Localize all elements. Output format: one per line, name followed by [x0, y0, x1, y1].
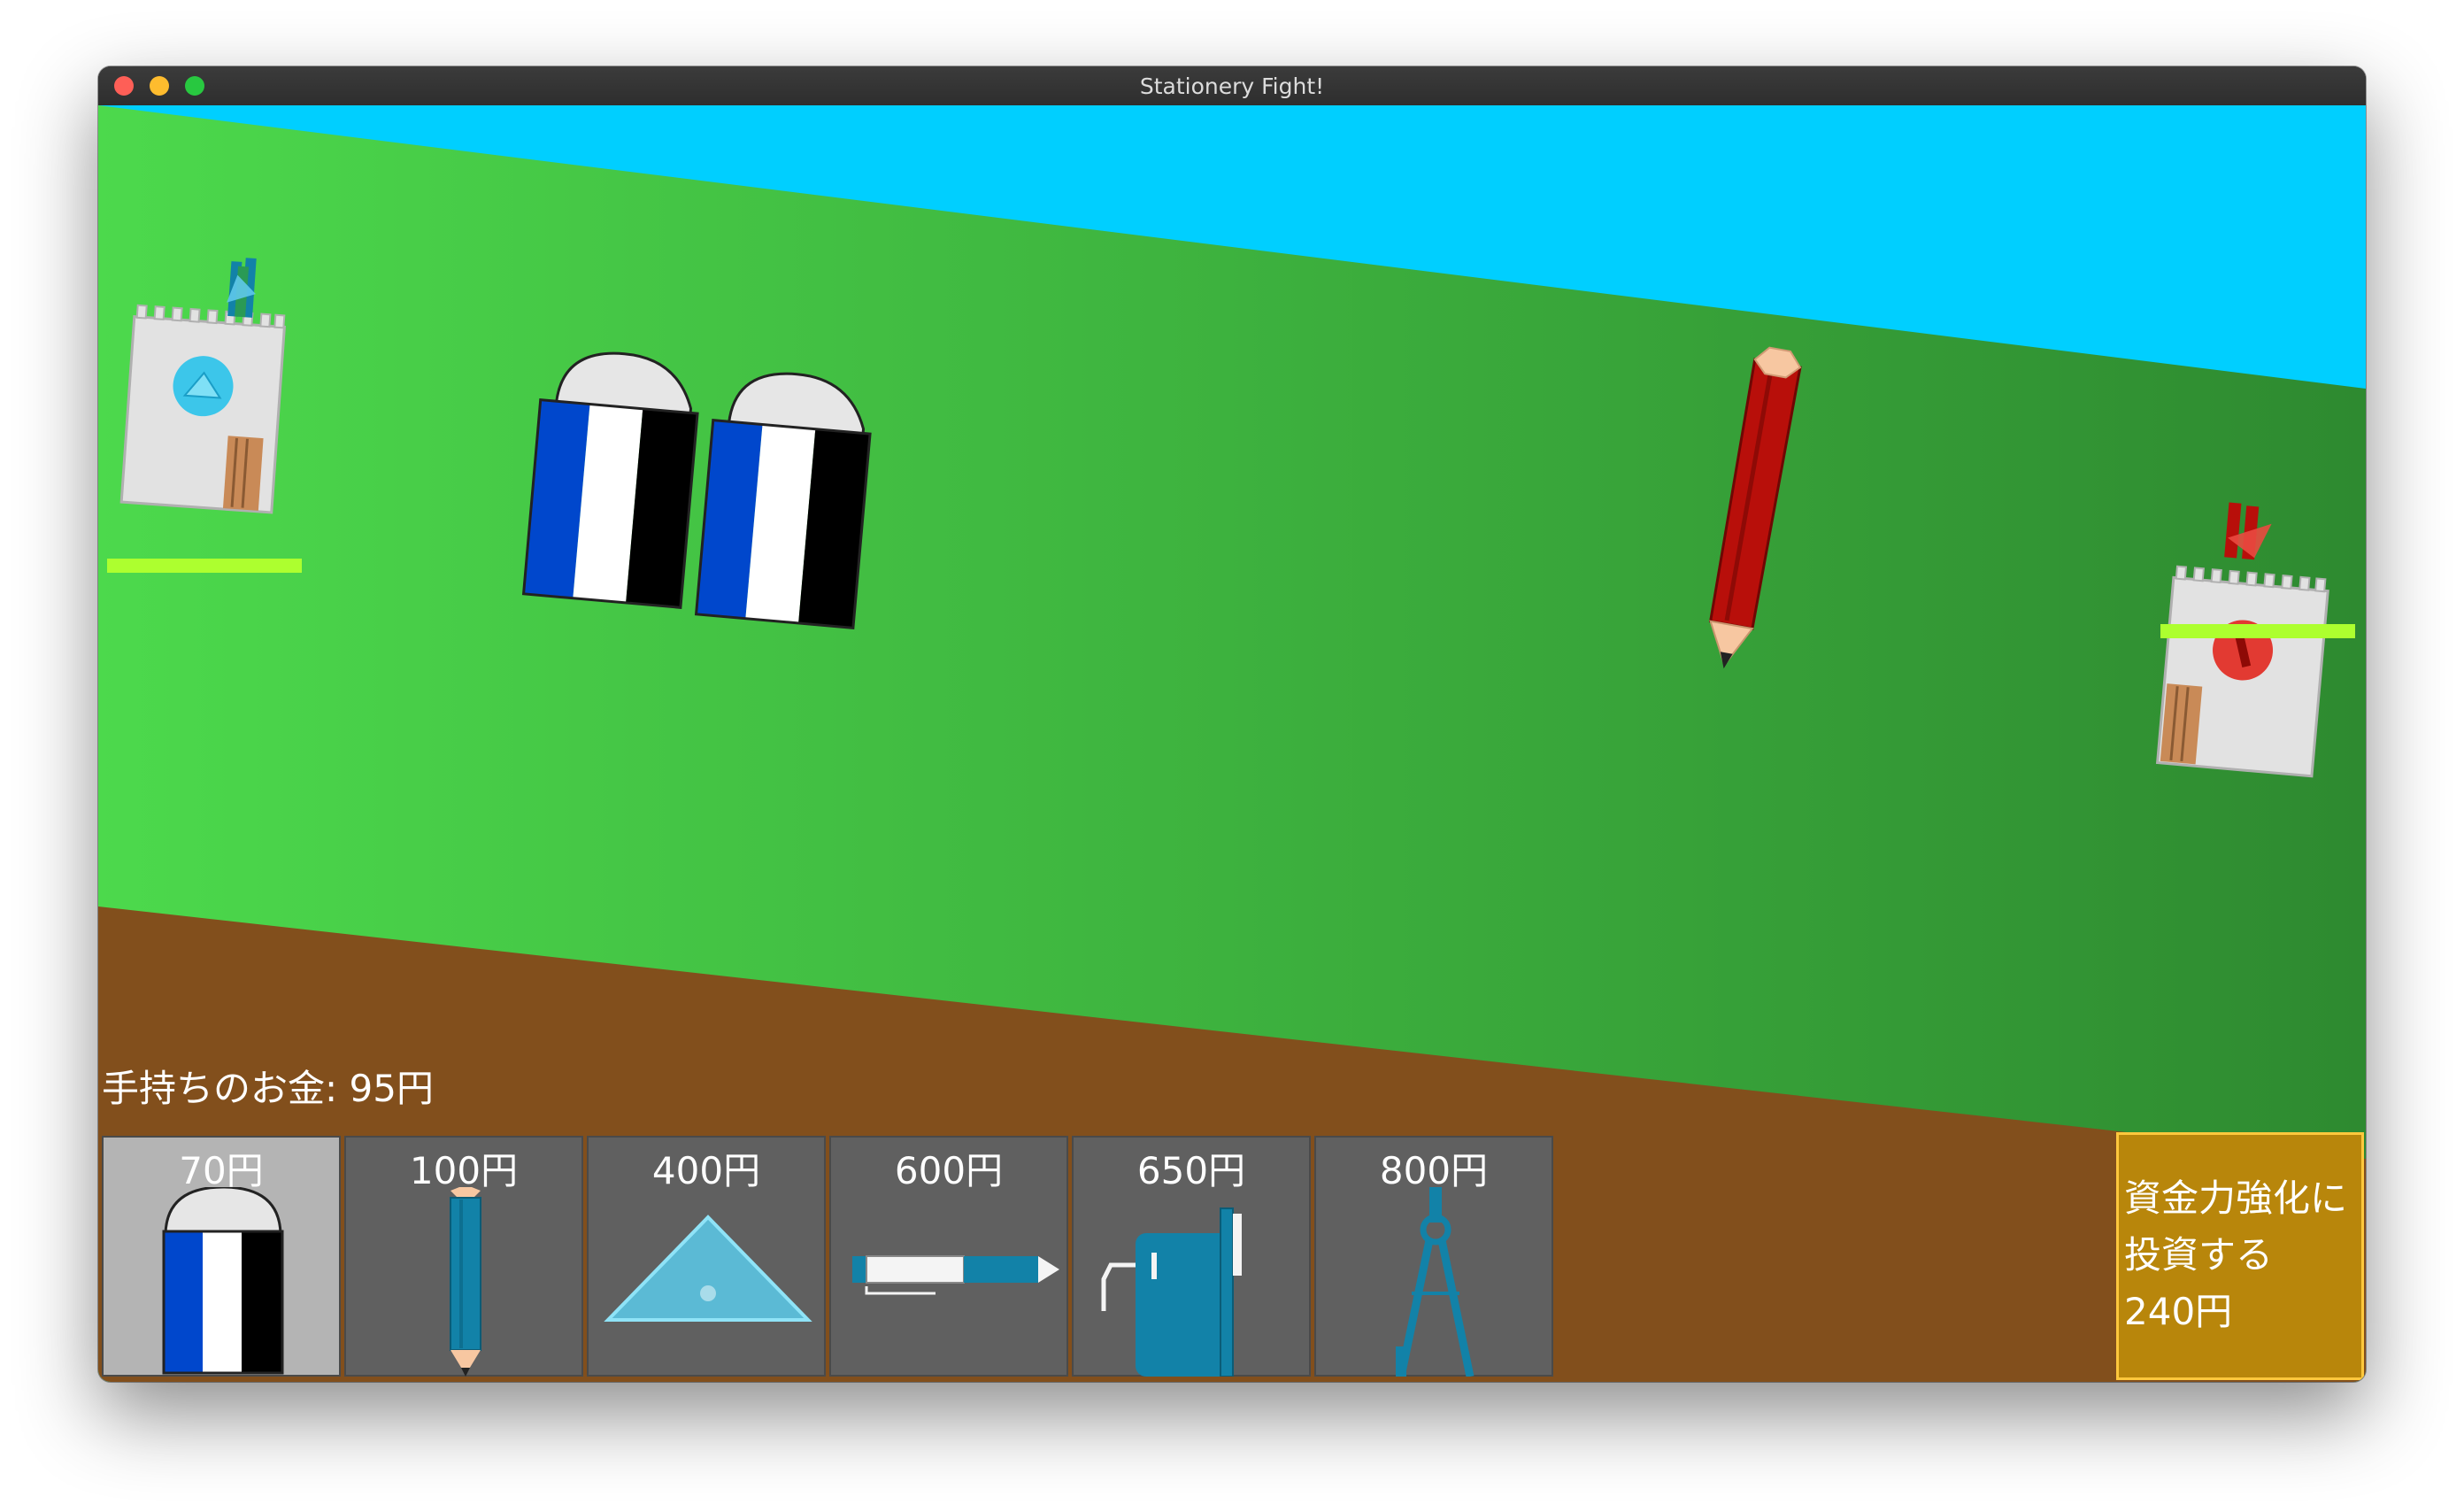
unit-shop: 70円 100円 400円 600円 650円 800円 — [102, 1136, 1559, 1380]
shop-slot-set-square[interactable]: 400円 — [587, 1136, 826, 1377]
game-window: Stationery Fight! 手持ちのお金: 95円 70円 100円 4… — [98, 66, 2366, 1382]
invest-price: 240円 — [2124, 1290, 2233, 1333]
money-display: 手持ちのお金: 95円 — [102, 1067, 434, 1110]
invest-label-line1: 資金力強化に — [2124, 1176, 2348, 1220]
shop-slot-eraser[interactable]: 70円 — [102, 1136, 341, 1377]
shop-slot-compass[interactable]: 800円 — [1314, 1136, 1553, 1377]
shop-slot-pen[interactable]: 600円 — [829, 1136, 1068, 1377]
title-bar: Stationery Fight! — [98, 66, 2366, 106]
pencil-icon — [450, 1187, 481, 1377]
window-title: Stationery Fight! — [1139, 73, 1325, 99]
eraser-icon — [162, 1187, 284, 1375]
invest-label-line2: 投資する — [2124, 1233, 2274, 1277]
enemy-base-hp-bar — [2160, 624, 2355, 638]
pencil-sharpener-icon — [1101, 1207, 1242, 1377]
compass-icon — [1396, 1187, 1475, 1377]
shop-slot-pencil[interactable]: 100円 — [344, 1136, 583, 1377]
shop-slot-sharpener[interactable]: 650円 — [1072, 1136, 1311, 1377]
invest-button[interactable]: 資金力強化に 投資する 240円 — [2116, 1132, 2364, 1380]
set-square-icon — [604, 1215, 812, 1322]
game-scene[interactable]: 手持ちのお金: 95円 70円 100円 400円 600円 650円 800円… — [98, 105, 2366, 1382]
player-base-hp-bar — [107, 559, 302, 573]
pen-icon — [852, 1255, 1059, 1295]
